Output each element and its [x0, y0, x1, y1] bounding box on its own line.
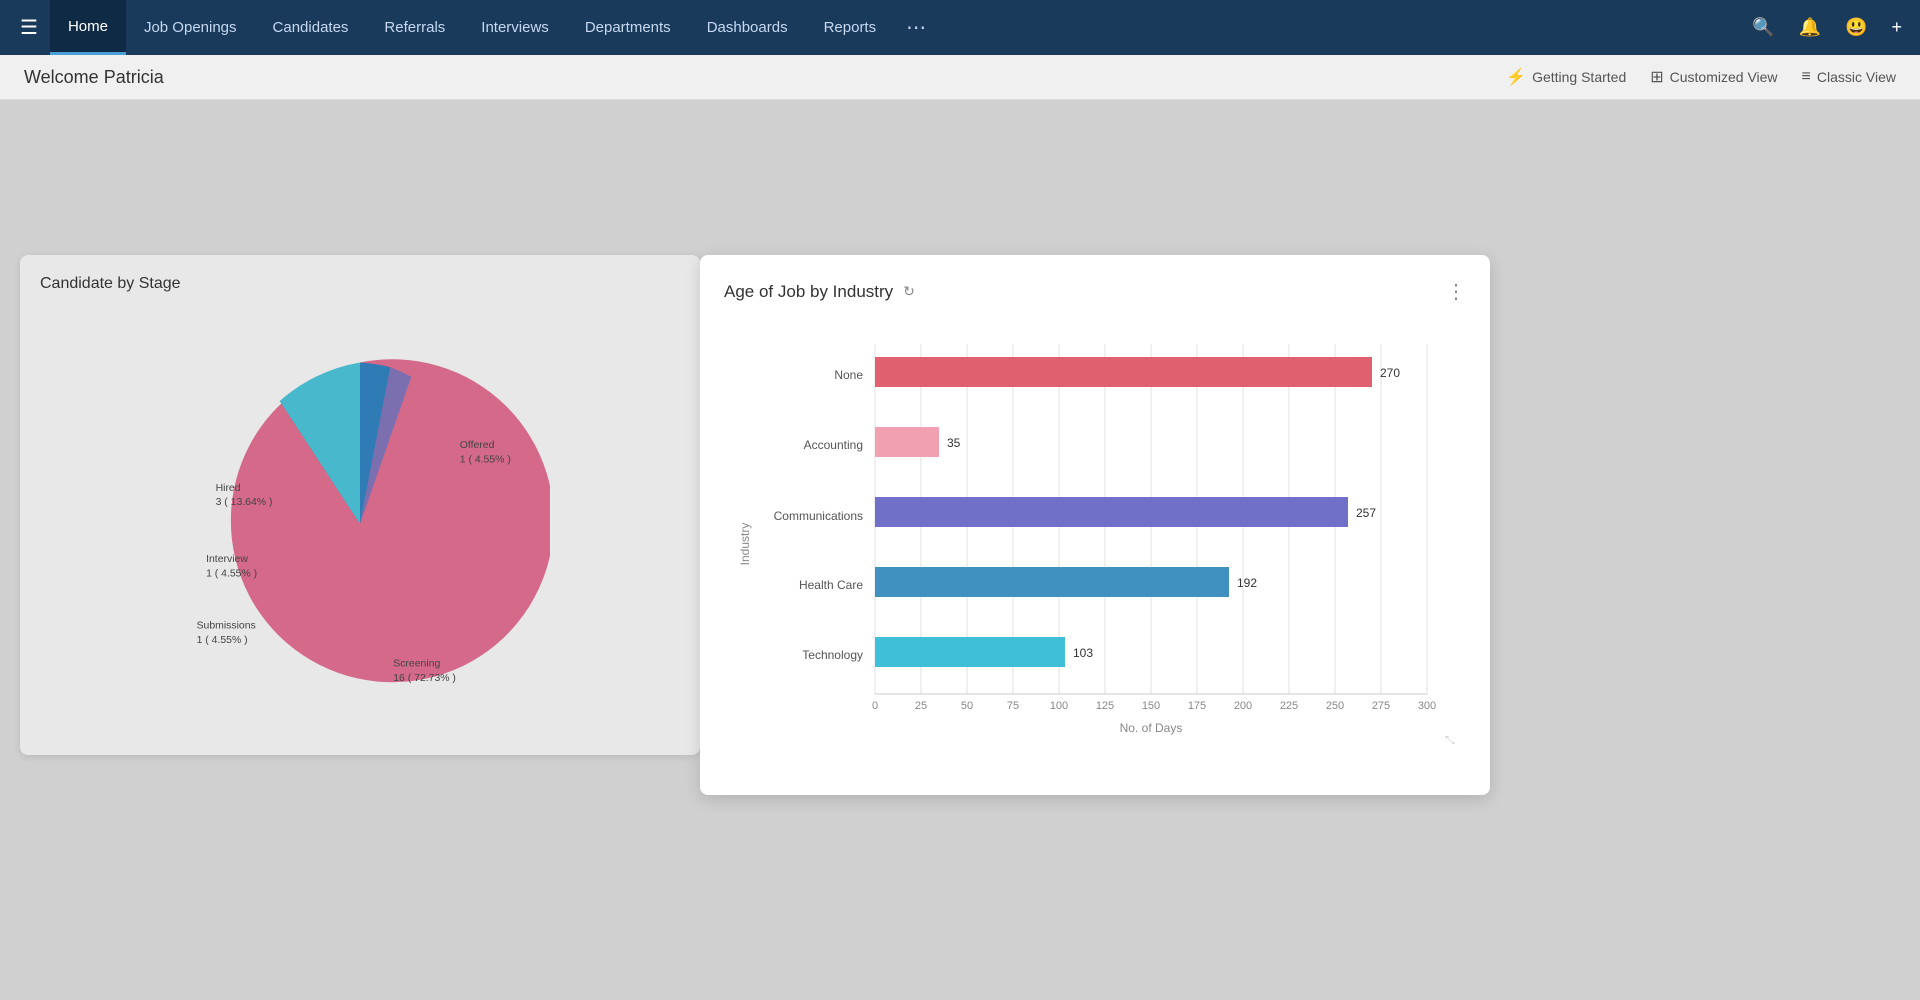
bar-label-communications: Communications — [774, 509, 863, 523]
svg-text:300: 300 — [1418, 700, 1436, 712]
svg-text:150: 150 — [1142, 700, 1160, 712]
nav-item-interviews[interactable]: Interviews — [463, 0, 567, 55]
svg-text:225: 225 — [1280, 700, 1298, 712]
svg-text:250: 250 — [1326, 700, 1344, 712]
bar-chart-svg: Industry None 270 Accounting 35 C — [724, 324, 1466, 744]
pie-label-submissions: Submissions — [197, 621, 256, 632]
classic-view-label: Classic View — [1817, 69, 1896, 85]
svg-text:125: 125 — [1096, 700, 1114, 712]
pie-label-hired: Hired — [216, 483, 241, 494]
svg-text:175: 175 — [1188, 700, 1206, 712]
svg-text:1 ( 4.55% ): 1 ( 4.55% ) — [206, 568, 257, 579]
bar-communications — [875, 497, 1348, 527]
svg-text:75: 75 — [1007, 700, 1019, 712]
list-icon: ≡ — [1802, 68, 1811, 86]
nav-item-job-openings[interactable]: Job Openings — [126, 0, 255, 55]
svg-text:0: 0 — [872, 700, 878, 712]
sub-header: Welcome Patricia ⚡ Getting Started ⊞ Cus… — [0, 55, 1920, 100]
bar-label-technology: Technology — [802, 648, 863, 662]
y-axis-label: Industry — [738, 523, 752, 566]
search-icon[interactable]: 🔍 — [1742, 9, 1784, 46]
x-axis-label: No. of Days — [1120, 721, 1183, 735]
refresh-icon[interactable]: ↻ — [903, 283, 915, 300]
lightning-icon: ⚡ — [1506, 67, 1526, 87]
bar-card-header: Age of Job by Industry ↻ ⋮ — [724, 279, 1466, 304]
main-content: Candidate by Stage Offered 1 ( 4.55% ) — [0, 100, 1920, 1000]
svg-text:100: 100 — [1050, 700, 1068, 712]
bar-value-none: 270 — [1380, 366, 1400, 380]
candidate-by-stage-title: Candidate by Stage — [40, 275, 680, 293]
nav-item-home[interactable]: Home — [50, 0, 126, 55]
svg-text:1 ( 4.55% ): 1 ( 4.55% ) — [197, 635, 248, 646]
nav-item-reports[interactable]: Reports — [806, 0, 895, 55]
pie-label-offered: Offered — [460, 440, 495, 451]
bar-value-healthcare: 192 — [1237, 576, 1257, 590]
pie-chart-container: Offered 1 ( 4.55% ) Hired 3 ( 13.64% ) I… — [40, 309, 680, 739]
bar-chart-title: Age of Job by Industry — [724, 282, 893, 302]
sub-header-actions: ⚡ Getting Started ⊞ Customized View ≡ Cl… — [1506, 67, 1896, 87]
svg-text:3 ( 13.64% ): 3 ( 13.64% ) — [216, 497, 273, 508]
welcome-text: Welcome Patricia — [24, 67, 164, 88]
resize-handle-icon[interactable]: ⤡ — [1445, 733, 1455, 744]
bar-value-communications: 257 — [1356, 506, 1376, 520]
classic-view-button[interactable]: ≡ Classic View — [1802, 68, 1896, 86]
nav-item-candidates[interactable]: Candidates — [255, 0, 367, 55]
candidate-by-stage-card: Candidate by Stage Offered 1 ( 4.55% ) — [20, 255, 700, 755]
pie-label-interview: Interview — [206, 554, 248, 565]
notifications-icon[interactable]: 🔔 — [1789, 9, 1831, 46]
svg-text:1 ( 4.55% ): 1 ( 4.55% ) — [460, 454, 511, 465]
alerts-icon[interactable]: 😃 — [1835, 9, 1877, 46]
bar-label-none: None — [834, 368, 863, 382]
pie-chart: Offered 1 ( 4.55% ) Hired 3 ( 13.64% ) I… — [170, 334, 550, 714]
bar-value-technology: 103 — [1073, 646, 1093, 660]
svg-text:200: 200 — [1234, 700, 1252, 712]
bar-none — [875, 357, 1372, 387]
getting-started-label: Getting Started — [1532, 69, 1626, 85]
bar-accounting — [875, 427, 939, 457]
customized-view-button[interactable]: ⊞ Customized View — [1650, 67, 1777, 87]
age-of-job-card: Age of Job by Industry ↻ ⋮ Industry None — [700, 255, 1490, 795]
svg-text:50: 50 — [961, 700, 973, 712]
add-icon[interactable]: + — [1881, 9, 1912, 46]
pie-label-screening: Screening — [393, 659, 440, 670]
bar-label-healthcare: Health Care — [799, 578, 863, 592]
grid-icon: ⊞ — [1650, 67, 1663, 87]
top-navigation: ☰ Home Job Openings Candidates Referrals… — [0, 0, 1920, 55]
nav-item-dashboards[interactable]: Dashboards — [689, 0, 806, 55]
hamburger-menu-icon[interactable]: ☰ — [8, 7, 50, 48]
bar-label-accounting: Accounting — [804, 438, 863, 452]
nav-more-icon[interactable]: ⋯ — [894, 15, 938, 40]
svg-text:25: 25 — [915, 700, 927, 712]
bar-value-accounting: 35 — [947, 436, 961, 450]
nav-item-referrals[interactable]: Referrals — [366, 0, 463, 55]
getting-started-button[interactable]: ⚡ Getting Started — [1506, 67, 1626, 87]
more-options-icon[interactable]: ⋮ — [1446, 279, 1466, 304]
nav-item-departments[interactable]: Departments — [567, 0, 689, 55]
bar-healthcare — [875, 567, 1229, 597]
bar-technology — [875, 637, 1065, 667]
svg-text:16 ( 72.73% ): 16 ( 72.73% ) — [393, 673, 456, 684]
svg-text:275: 275 — [1372, 700, 1390, 712]
customized-view-label: Customized View — [1670, 69, 1778, 85]
